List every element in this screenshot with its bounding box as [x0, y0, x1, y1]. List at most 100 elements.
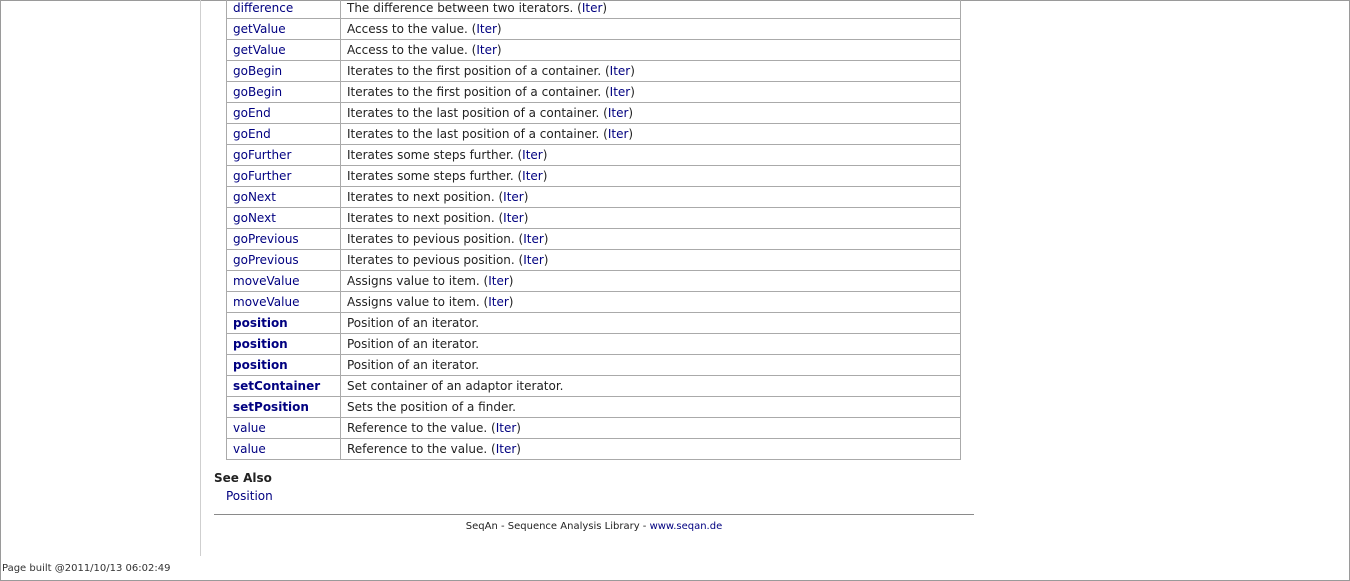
function-description: Reference to the value. (: [347, 421, 496, 435]
function-row: goPrevious Iterates to pevious position. …: [226, 249, 961, 271]
function-name-cell: value: [226, 417, 341, 439]
function-link[interactable]: goBegin: [233, 85, 282, 99]
class-link-suffix: ): [542, 169, 548, 183]
class-link[interactable]: Iter: [522, 169, 543, 183]
navigation-divider: [200, 0, 201, 556]
class-link-suffix: ): [516, 442, 521, 456]
build-info: Page built @2011/10/13 06:02:49: [2, 563, 171, 574]
function-description-cell: Assigns value to item. (Iter): [340, 270, 961, 292]
function-name-cell: goEnd: [226, 102, 341, 124]
function-name-cell: difference: [226, 0, 341, 19]
function-description: Iterates to next position. (: [347, 211, 504, 225]
function-link[interactable]: goPrevious: [233, 253, 299, 267]
function-link[interactable]: moveValue: [233, 295, 299, 309]
function-description: Iterates to pevious position. (: [347, 232, 524, 246]
function-description: Iterates to the last position of a conta…: [347, 127, 608, 141]
function-name-cell: value: [226, 438, 341, 460]
function-link[interactable]: difference: [233, 1, 293, 15]
function-link[interactable]: getValue: [233, 22, 286, 36]
class-link[interactable]: Iter: [608, 106, 629, 120]
class-link-suffix: ): [508, 295, 514, 309]
function-description: Assigns value to item. (: [347, 274, 489, 288]
function-row: value Reference to the value. (Iter): [226, 417, 961, 439]
function-link[interactable]: goEnd: [233, 106, 271, 120]
function-name-cell: getValue: [226, 18, 341, 40]
footer-divider: [214, 514, 974, 515]
function-row: goFurther Iterates some steps further. (I…: [226, 165, 961, 187]
function-description: Reference to the value. (: [347, 442, 496, 456]
function-description: Iterates to next position. (: [347, 190, 504, 204]
function-link[interactable]: goBegin: [233, 64, 282, 78]
function-description: Access to the value. (: [347, 22, 477, 36]
class-link[interactable]: Iter: [496, 421, 517, 435]
function-row: goNext Iterates to next position. (Iter): [226, 207, 961, 229]
function-description-cell: Iterates to the first position of a cont…: [340, 60, 961, 82]
function-row: goPrevious Iterates to pevious position. …: [226, 228, 961, 250]
class-link-suffix: ): [543, 253, 549, 267]
function-link[interactable]: moveValue: [233, 274, 299, 288]
function-description-cell: Iterates to pevious position. (Iter): [340, 228, 961, 250]
class-link[interactable]: Iter: [476, 22, 497, 36]
function-link[interactable]: goPrevious: [233, 232, 299, 246]
footer-text: SeqAn - Sequence Analysis Library -: [465, 521, 650, 532]
function-description-cell: Iterates to the last position of a conta…: [340, 102, 961, 124]
function-link[interactable]: value: [233, 442, 266, 456]
function-link[interactable]: position: [233, 358, 288, 372]
window-left-border: [0, 0, 1, 581]
function-row: position Position of an iterator.: [226, 354, 961, 376]
function-link[interactable]: position: [233, 316, 288, 330]
function-link[interactable]: goNext: [233, 190, 276, 204]
function-description: Assigns value to item. (: [347, 295, 489, 309]
class-link-suffix: ): [542, 148, 548, 162]
function-row: value Reference to the value. (Iter): [226, 438, 961, 460]
class-link[interactable]: Iter: [488, 274, 509, 288]
function-description-cell: Access to the value. (Iter): [340, 39, 961, 61]
function-link[interactable]: value: [233, 421, 266, 435]
class-link-suffix: ): [628, 127, 634, 141]
function-link[interactable]: getValue: [233, 43, 286, 57]
class-link[interactable]: Iter: [582, 1, 603, 15]
function-link[interactable]: position: [233, 337, 288, 351]
function-description: Position of an iterator.: [347, 316, 480, 330]
function-name-cell: moveValue: [226, 270, 341, 292]
function-description: Iterates to the last position of a conta…: [347, 106, 608, 120]
class-link-suffix: ): [630, 64, 635, 78]
class-link[interactable]: Iter: [523, 253, 544, 267]
function-row: position Position of an iterator.: [226, 312, 961, 334]
function-link[interactable]: goEnd: [233, 127, 271, 141]
see-also-heading: See Also: [214, 471, 272, 485]
class-link[interactable]: Iter: [488, 295, 509, 309]
function-row: goBegin Iterates to the first position of…: [226, 60, 961, 82]
footer-website-link[interactable]: www.seqan.de: [650, 521, 723, 532]
function-description-cell: Access to the value. (Iter): [340, 18, 961, 40]
footer: SeqAn - Sequence Analysis Library - www.…: [214, 521, 974, 532]
function-description-cell: Iterates to pevious position. (Iter): [340, 249, 961, 271]
function-row: difference The difference between two ite…: [226, 0, 961, 19]
class-link[interactable]: Iter: [522, 148, 543, 162]
function-name-cell: goBegin: [226, 60, 341, 82]
function-description-cell: Reference to the value. (Iter): [340, 438, 961, 460]
function-description-cell: Sets the position of a finder.: [340, 396, 961, 418]
class-link[interactable]: Iter: [496, 442, 517, 456]
see-also-position-link[interactable]: Position: [226, 489, 273, 503]
function-link[interactable]: setContainer: [233, 379, 320, 393]
function-row: getValue Access to the value. (Iter): [226, 18, 961, 40]
function-link[interactable]: goFurther: [233, 169, 291, 183]
function-link[interactable]: setPosition: [233, 400, 309, 414]
function-description: Sets the position of a finder.: [347, 400, 516, 414]
class-link[interactable]: Iter: [503, 190, 524, 204]
function-description-cell: Position of an iterator.: [340, 354, 961, 376]
function-description-cell: Iterates to the last position of a conta…: [340, 123, 961, 145]
function-link[interactable]: goNext: [233, 211, 276, 225]
function-name-cell: setContainer: [226, 375, 341, 397]
class-link[interactable]: Iter: [523, 232, 544, 246]
class-link[interactable]: Iter: [503, 211, 524, 225]
class-link[interactable]: Iter: [476, 43, 497, 57]
class-link-suffix: ): [496, 43, 502, 57]
class-link[interactable]: Iter: [608, 127, 629, 141]
function-description-cell: Iterates some steps further. (Iter): [340, 144, 961, 166]
function-description-cell: Reference to the value. (Iter): [340, 417, 961, 439]
function-link[interactable]: goFurther: [233, 148, 291, 162]
class-link[interactable]: Iter: [610, 64, 631, 78]
class-link[interactable]: Iter: [610, 85, 631, 99]
